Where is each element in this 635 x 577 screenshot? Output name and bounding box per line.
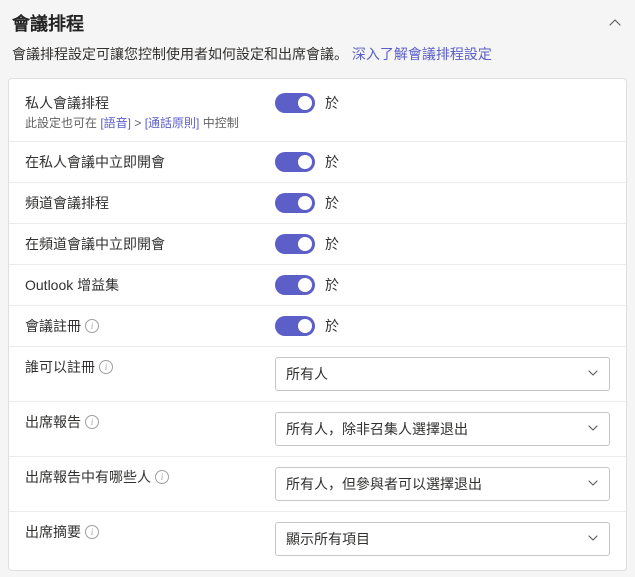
toggle-private-meeting[interactable]: 於 xyxy=(275,93,339,113)
toggle-state-label: 於 xyxy=(325,193,339,213)
row-label: 頻道會議排程 xyxy=(25,193,275,213)
toggle-outlook-addin[interactable]: 於 xyxy=(275,275,339,295)
toggle-meeting-registration[interactable]: 於 xyxy=(275,316,339,336)
chevron-down-icon xyxy=(587,476,599,492)
row-control: 於 xyxy=(275,93,610,113)
row-sub-text: 此設定也可在 [語音] > [通話原則] 中控制 xyxy=(25,115,263,131)
row-control: 於 xyxy=(275,152,610,172)
select-value: 所有人 xyxy=(286,364,328,384)
label-text: 出席報告中有哪些人 xyxy=(25,467,151,487)
info-icon[interactable]: i xyxy=(85,319,99,333)
toggle-thumb xyxy=(298,319,312,333)
select-who-can-register[interactable]: 所有人 xyxy=(275,357,610,391)
section-header: 會議排程 xyxy=(0,0,635,44)
row-attendance-report: 出席報告 i 所有人，除非召集人選擇退出 xyxy=(9,402,626,457)
toggle-thumb xyxy=(298,196,312,210)
select-attendance-summary[interactable]: 顯示所有項目 xyxy=(275,522,610,556)
sub-link-calling-policy[interactable]: [通話原則] xyxy=(145,116,200,130)
row-label: 會議註冊 i xyxy=(25,316,275,336)
toggle-channel-meeting[interactable]: 於 xyxy=(275,193,339,213)
row-control: 所有人，除非召集人選擇退出 xyxy=(275,412,610,446)
row-who-in-report: 出席報告中有哪些人 i 所有人，但參與者可以選擇退出 xyxy=(9,457,626,512)
row-meeting-registration: 會議註冊 i 於 xyxy=(9,306,626,347)
toggle-thumb xyxy=(298,278,312,292)
row-control: 於 xyxy=(275,275,610,295)
row-meet-now-channel: 在頻道會議中立即開會 於 xyxy=(9,224,626,265)
row-label: 私人會議排程 此設定也可在 [語音] > [通話原則] 中控制 xyxy=(25,93,275,131)
toggle-thumb xyxy=(298,155,312,169)
sub-suffix: 中控制 xyxy=(199,116,238,130)
toggle-track xyxy=(275,234,315,254)
chevron-down-icon xyxy=(587,421,599,437)
toggle-track xyxy=(275,152,315,172)
description-link[interactable]: 深入了解會議排程設定 xyxy=(352,46,492,62)
row-control: 所有人，但參與者可以選擇退出 xyxy=(275,467,610,501)
toggle-state-label: 於 xyxy=(325,152,339,172)
row-label: 出席報告中有哪些人 i xyxy=(25,467,275,487)
row-who-can-register: 誰可以註冊 i 所有人 xyxy=(9,347,626,402)
settings-card: 私人會議排程 此設定也可在 [語音] > [通話原則] 中控制 於 在私人會議中… xyxy=(8,78,627,571)
row-label: 在私人會議中立即開會 xyxy=(25,152,275,172)
toggle-state-label: 於 xyxy=(325,275,339,295)
sub-sep: > xyxy=(131,116,145,130)
description-text: 會議排程設定可讓您控制使用者如何設定和出席會議。 xyxy=(12,46,348,62)
toggle-thumb xyxy=(298,237,312,251)
row-label: 在頻道會議中立即開會 xyxy=(25,234,275,254)
row-control: 於 xyxy=(275,234,610,254)
info-icon[interactable]: i xyxy=(99,360,113,374)
chevron-down-icon xyxy=(587,366,599,382)
select-attendance-report[interactable]: 所有人，除非召集人選擇退出 xyxy=(275,412,610,446)
row-attendance-summary: 出席摘要 i 顯示所有項目 xyxy=(9,512,626,566)
label-text: 私人會議排程 xyxy=(25,93,263,113)
toggle-meet-now-channel[interactable]: 於 xyxy=(275,234,339,254)
info-icon[interactable]: i xyxy=(85,415,99,429)
section-description: 會議排程設定可讓您控制使用者如何設定和出席會議。 深入了解會議排程設定 xyxy=(0,44,635,78)
toggle-track xyxy=(275,193,315,213)
row-control: 於 xyxy=(275,193,610,213)
sub-link-voice[interactable]: [語音] xyxy=(100,116,131,130)
label-text: 在私人會議中立即開會 xyxy=(25,152,263,172)
toggle-state-label: 於 xyxy=(325,234,339,254)
toggle-state-label: 於 xyxy=(325,316,339,336)
info-icon[interactable]: i xyxy=(155,470,169,484)
label-text: Outlook 增益集 xyxy=(25,275,263,295)
label-text: 會議註冊 xyxy=(25,316,81,336)
toggle-track xyxy=(275,275,315,295)
chevron-down-icon xyxy=(587,531,599,547)
row-outlook-addin: Outlook 增益集 於 xyxy=(9,265,626,306)
row-control: 於 xyxy=(275,316,610,336)
row-control: 顯示所有項目 xyxy=(275,522,610,556)
select-value: 所有人，但參與者可以選擇退出 xyxy=(286,474,482,494)
toggle-track xyxy=(275,316,315,336)
row-label: 出席摘要 i xyxy=(25,522,275,542)
select-value: 顯示所有項目 xyxy=(286,529,370,549)
toggle-meet-now-private[interactable]: 於 xyxy=(275,152,339,172)
toggle-state-label: 於 xyxy=(325,93,339,113)
row-channel-meeting: 頻道會議排程 於 xyxy=(9,183,626,224)
label-text: 在頻道會議中立即開會 xyxy=(25,234,263,254)
row-private-meeting: 私人會議排程 此設定也可在 [語音] > [通話原則] 中控制 於 xyxy=(9,83,626,142)
section-title: 會議排程 xyxy=(12,10,84,36)
sub-prefix: 此設定也可在 xyxy=(25,116,100,130)
row-label: 誰可以註冊 i xyxy=(25,357,275,377)
row-label: 出席報告 i xyxy=(25,412,275,432)
row-label: Outlook 增益集 xyxy=(25,275,275,295)
label-text: 出席摘要 xyxy=(25,522,81,542)
info-icon[interactable]: i xyxy=(85,525,99,539)
label-text: 誰可以註冊 xyxy=(25,357,95,377)
select-value: 所有人，除非召集人選擇退出 xyxy=(286,419,468,439)
toggle-track xyxy=(275,93,315,113)
label-text: 出席報告 xyxy=(25,412,81,432)
select-who-in-report[interactable]: 所有人，但參與者可以選擇退出 xyxy=(275,467,610,501)
toggle-thumb xyxy=(298,96,312,110)
row-meet-now-private: 在私人會議中立即開會 於 xyxy=(9,142,626,183)
chevron-up-icon[interactable] xyxy=(607,15,623,31)
label-text: 頻道會議排程 xyxy=(25,193,263,213)
row-control: 所有人 xyxy=(275,357,610,391)
